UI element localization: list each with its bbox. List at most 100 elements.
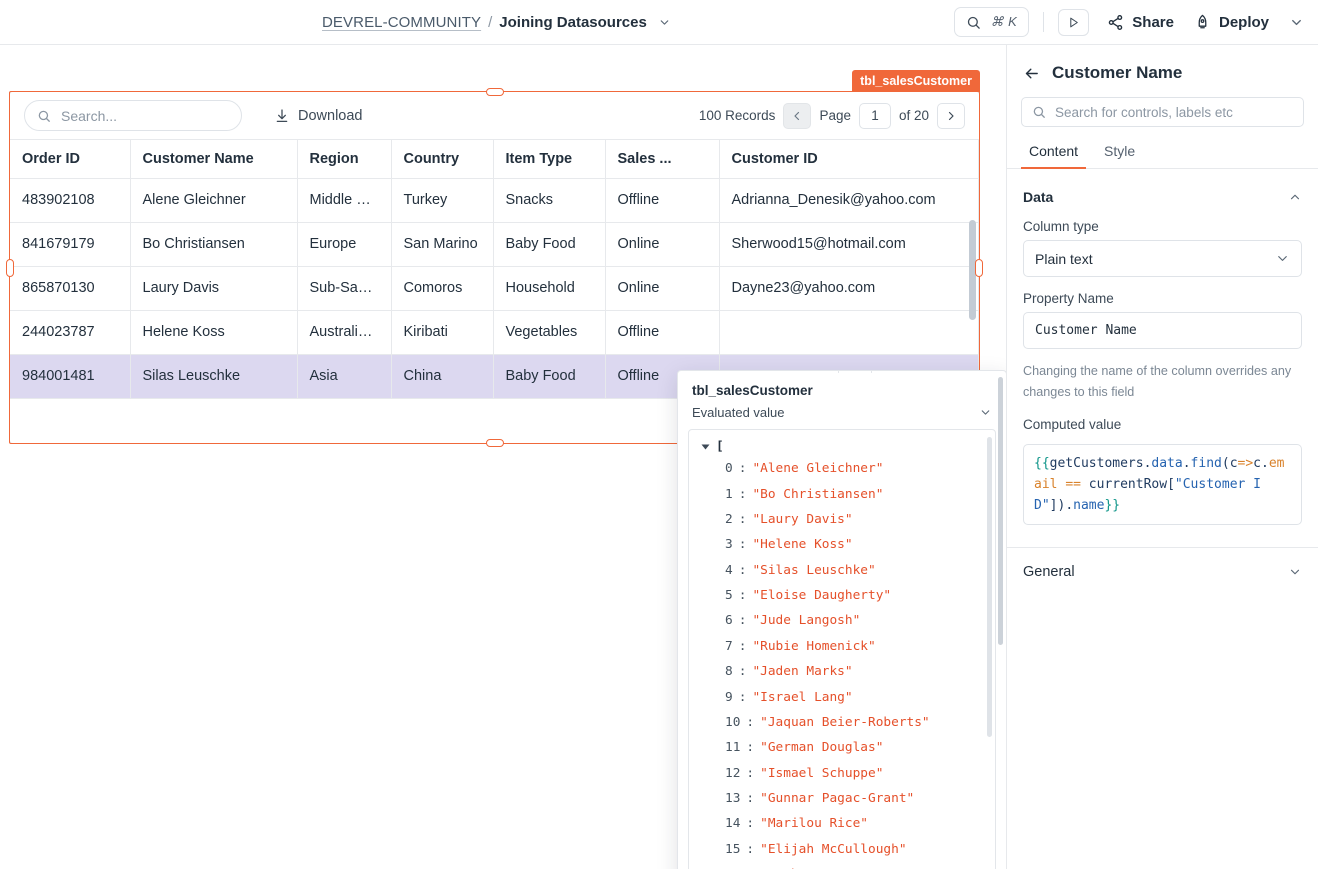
table-cell[interactable]: Vegetables	[493, 310, 606, 355]
table-cell[interactable]: Sherwood15@hotmail.com	[719, 222, 979, 267]
chevron-down-icon[interactable]	[979, 406, 992, 419]
table-cell[interactable]: Asia	[297, 354, 392, 399]
chevron-down-icon[interactable]	[1275, 251, 1290, 266]
table-vertical-scrollbar[interactable]	[969, 220, 976, 320]
json-viewer[interactable]: [ 0: "Alene Gleichner" 1: "Bo Christiansen…	[688, 429, 996, 869]
table-cell[interactable]: Online	[605, 266, 720, 311]
table-toolbar: Search... Download 100 Records Page 1 of…	[10, 92, 979, 140]
json-colon: :	[738, 511, 747, 527]
page-number-input[interactable]: 1	[858, 102, 891, 129]
download-icon	[274, 108, 290, 124]
data-table[interactable]: Order ID Customer Name Region Country It…	[10, 140, 979, 399]
column-header[interactable]: Customer ID	[719, 140, 979, 179]
toolbar-divider	[1043, 12, 1045, 32]
table-cell[interactable]: Adrianna_Denesik@yahoo.com	[719, 178, 979, 223]
table-cell[interactable]	[719, 310, 979, 355]
table-cell[interactable]: Laury Davis	[130, 266, 298, 311]
table-cell[interactable]: 483902108	[10, 178, 131, 223]
table-cell[interactable]: Baby Food	[493, 222, 606, 267]
table-cell[interactable]: Australia…	[297, 310, 392, 355]
table-cell[interactable]: Alene Gleichner	[130, 178, 298, 223]
share-icon	[1107, 14, 1124, 31]
table-row[interactable]: 865870130 Laury Davis Sub-Sah… Comoros H…	[10, 266, 979, 311]
table-search-input[interactable]: Search...	[24, 100, 242, 131]
popup-drag-handle[interactable]	[838, 371, 872, 373]
json-value: "Jaden Marks"	[752, 664, 853, 680]
next-page-button[interactable]	[937, 102, 965, 129]
computed-value-label: Computed value	[1023, 416, 1122, 432]
column-header[interactable]: Region	[297, 140, 392, 179]
global-search-button[interactable]: ⌘ K	[954, 7, 1030, 37]
json-value: "Alene Gleichner"	[752, 461, 884, 477]
table-cell[interactable]: 984001481	[10, 354, 131, 399]
table-cell[interactable]: Baby Food	[493, 354, 606, 399]
breadcrumb-org[interactable]: DEVREL-COMMUNITY	[322, 14, 481, 31]
table-cell[interactable]: Household	[493, 266, 606, 311]
tab-content[interactable]: Content	[1021, 139, 1087, 169]
table-cell[interactable]: China	[391, 354, 494, 399]
table-cell[interactable]: Online	[605, 222, 720, 267]
json-viewer-scrollbar[interactable]	[987, 437, 992, 737]
chevron-down-icon[interactable]	[1288, 565, 1302, 579]
table-cell[interactable]: Turkey	[391, 178, 494, 223]
json-entry: 10: "Jaquan Beier-Roberts"	[689, 710, 995, 735]
popup-subtitle-row[interactable]: Evaluated value	[678, 398, 1006, 429]
code-token: .	[1182, 455, 1191, 471]
table-cell[interactable]: Europe	[297, 222, 392, 267]
computed-value-editor[interactable]: {{getCustomers.data.find(c=>c.email == c…	[1023, 443, 1302, 525]
json-index: 5	[725, 588, 733, 604]
table-cell[interactable]: San Marino	[391, 222, 494, 267]
column-header[interactable]: Item Type	[493, 140, 606, 179]
general-section-header[interactable]: General	[1007, 548, 1318, 580]
download-button[interactable]: Download	[274, 108, 363, 124]
column-header[interactable]: Customer Name	[130, 140, 298, 179]
table-search-placeholder: Search...	[61, 107, 118, 124]
json-entry: 15: "Elijah McCullough"	[689, 837, 995, 862]
table-cell[interactable]: Sub-Sah…	[297, 266, 392, 311]
table-cell[interactable]: 841679179	[10, 222, 131, 267]
json-list: [ 0: "Alene Gleichner" 1: "Bo Christiansen…	[689, 430, 995, 869]
popup-scrollbar[interactable]	[998, 377, 1003, 645]
json-root-toggle[interactable]: [	[689, 437, 995, 456]
breadcrumb-page[interactable]: Joining Datasources	[499, 14, 647, 31]
table-cell[interactable]: Helene Koss	[130, 310, 298, 355]
table-cell[interactable]: Offline	[605, 178, 720, 223]
panel-search-input[interactable]: Search for controls, labels etc	[1021, 97, 1304, 127]
prev-page-button[interactable]	[783, 102, 812, 129]
json-value: "Marilou Rice"	[760, 816, 869, 832]
evaluated-value-popup[interactable]: tbl_salesCustomer Evaluated value [ 0: "A…	[677, 370, 1006, 869]
deploy-chevron-down-icon[interactable]	[1289, 15, 1304, 30]
back-arrow-icon[interactable]	[1023, 65, 1040, 82]
table-cell[interactable]: Dayne23@yahoo.com	[719, 266, 979, 311]
share-button[interactable]: Share	[1107, 14, 1174, 31]
table-row[interactable]: 244023787 Helene Koss Australia… Kiribat…	[10, 310, 979, 355]
table-cell[interactable]: Silas Leuschke	[130, 354, 298, 399]
canvas-area[interactable]: Search... Download 100 Records Page 1 of…	[0, 45, 1006, 869]
json-colon: :	[738, 486, 747, 502]
json-value: "Silas Leuschke"	[752, 562, 876, 578]
table-cell[interactable]: Kiribati	[391, 310, 494, 355]
preview-play-button[interactable]	[1058, 8, 1090, 36]
table-cell[interactable]: Snacks	[493, 178, 606, 223]
table-row[interactable]: 841679179 Bo Christiansen Europe San Mar…	[10, 222, 979, 267]
column-header[interactable]: Country	[391, 140, 494, 179]
property-name-input[interactable]: Customer Name	[1023, 312, 1302, 349]
chevron-down-icon[interactable]	[658, 16, 671, 29]
table-cell[interactable]: Offline	[605, 310, 720, 355]
column-type-select[interactable]: Plain text	[1023, 240, 1302, 277]
chevron-up-icon[interactable]	[1288, 190, 1302, 204]
table-cell[interactable]: Comoros	[391, 266, 494, 311]
code-token: }}	[1104, 497, 1121, 513]
table-cell[interactable]: 244023787	[10, 310, 131, 355]
deploy-button[interactable]: Deploy	[1194, 14, 1269, 31]
column-header[interactable]: Sales ...	[605, 140, 720, 179]
table-cell[interactable]: Bo Christiansen	[130, 222, 298, 267]
data-section-header[interactable]: Data	[1007, 169, 1318, 205]
tab-style[interactable]: Style	[1096, 139, 1143, 168]
panel-search-placeholder: Search for controls, labels etc	[1055, 104, 1233, 120]
table-cell[interactable]: Middle E…	[297, 178, 392, 223]
json-value: "Bo Christiansen"	[752, 486, 884, 502]
table-cell[interactable]: 865870130	[10, 266, 131, 311]
table-row[interactable]: 483902108 Alene Gleichner Middle E… Turk…	[10, 178, 979, 223]
column-header[interactable]: Order ID	[10, 140, 131, 179]
